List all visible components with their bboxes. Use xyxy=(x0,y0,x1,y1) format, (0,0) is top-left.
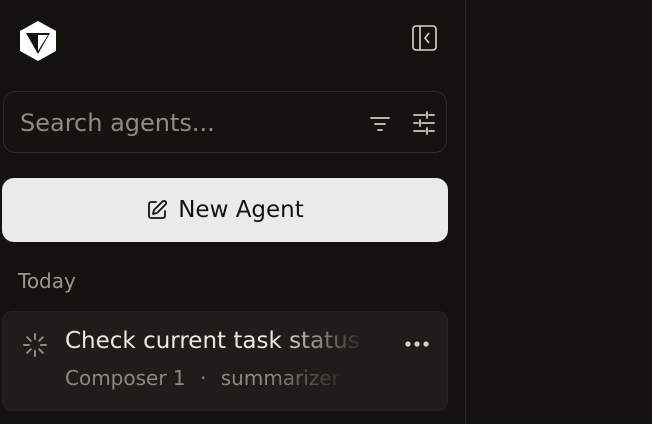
view-options-button[interactable] xyxy=(410,109,438,137)
edit-icon xyxy=(148,200,168,219)
sliders-icon xyxy=(413,111,435,135)
agent-list-item[interactable]: Check current task status Composer 1 · s… xyxy=(2,311,448,411)
search-input[interactable] xyxy=(20,105,340,141)
cube-logo-icon xyxy=(18,20,58,62)
agent-menu-button[interactable] xyxy=(399,330,435,358)
agent-model: Composer 1 xyxy=(65,366,186,390)
more-horizontal-icon xyxy=(405,341,429,347)
agent-title: Check current task status xyxy=(65,328,360,354)
agent-subtitle: summarizer xyxy=(220,366,340,390)
filter-button[interactable] xyxy=(366,110,394,138)
filter-icon xyxy=(370,117,390,131)
search-box xyxy=(3,91,447,153)
new-agent-label: New Agent xyxy=(178,197,304,223)
collapse-sidebar-button[interactable] xyxy=(408,22,440,54)
new-agent-button[interactable]: New Agent xyxy=(2,178,448,242)
meta-separator: · xyxy=(200,366,207,390)
app-window: New Agent Today Check current task statu… xyxy=(0,0,652,424)
main-content-area xyxy=(466,0,652,424)
section-label-today: Today xyxy=(18,269,76,293)
agent-meta: Composer 1 · summarizer xyxy=(65,366,355,394)
sidebar-collapse-icon xyxy=(412,25,437,51)
spinner-icon xyxy=(23,333,47,357)
agents-sidebar: New Agent Today Check current task statu… xyxy=(0,0,465,424)
